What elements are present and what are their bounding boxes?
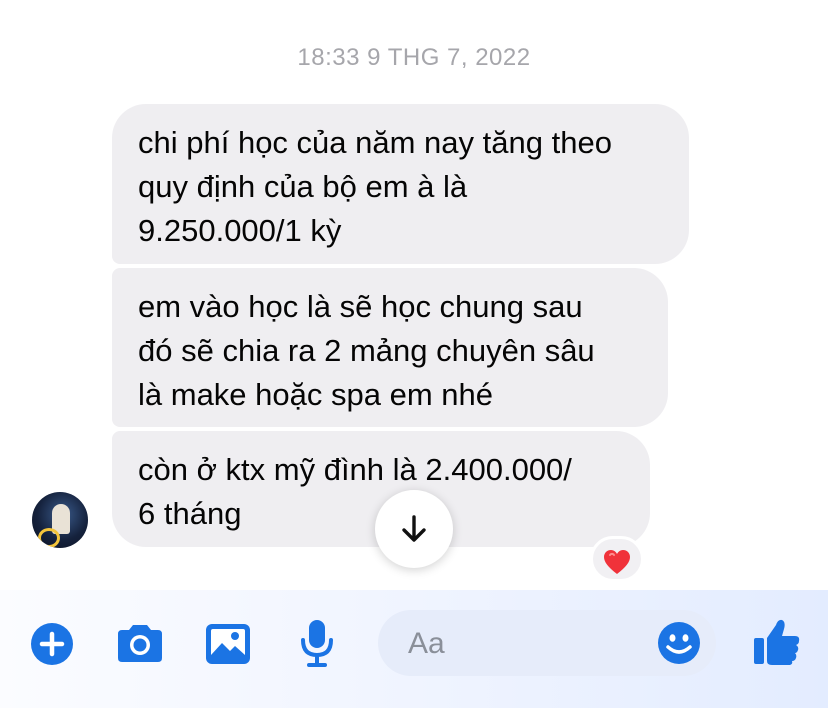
- chat-timestamp: 18:33 9 THG 7, 2022: [297, 44, 531, 71]
- plus-button[interactable]: [30, 622, 74, 666]
- message-bubble[interactable]: em vào học là sẽ học chung sau đó sẽ chi…: [112, 268, 668, 427]
- emoji-button[interactable]: [657, 621, 701, 665]
- heart-reaction[interactable]: [590, 536, 644, 582]
- emoji-icon: [658, 622, 700, 664]
- message-line: em vào học là sẽ học chung sau: [138, 289, 583, 324]
- microphone-icon: [301, 620, 333, 667]
- message-line: còn ở ktx mỹ đình là 2.400.000/: [138, 452, 572, 487]
- camera-button[interactable]: [114, 622, 166, 666]
- message-line: quy định của bộ em à là: [138, 169, 468, 204]
- message-bubble[interactable]: chi phí học của năm nay tăng theo quy đị…: [112, 104, 689, 264]
- thumbs-up-icon: [754, 619, 800, 665]
- scroll-to-bottom-button[interactable]: [375, 490, 453, 568]
- message-input[interactable]: Aa: [378, 610, 716, 676]
- gallery-button[interactable]: [204, 622, 252, 666]
- heart-icon: [604, 549, 630, 574]
- contact-avatar[interactable]: [32, 492, 88, 548]
- message-composer: Aa: [0, 590, 828, 708]
- gallery-icon: [206, 624, 250, 664]
- arrow-down-icon: [402, 515, 426, 542]
- plus-icon: [31, 623, 73, 665]
- message-input-placeholder: Aa: [408, 627, 445, 660]
- camera-icon: [118, 625, 162, 662]
- microphone-button[interactable]: [298, 618, 336, 668]
- message-line: là make hoặc spa em nhé: [138, 377, 493, 412]
- message-line: 9.250.000/1 kỳ: [138, 213, 342, 248]
- message-line: đó sẽ chia ra 2 mảng chuyên sâu: [138, 333, 595, 368]
- avatar-badge: [38, 528, 60, 548]
- message-line: chi phí học của năm nay tăng theo: [138, 125, 612, 160]
- thumbs-up-button[interactable]: [752, 616, 802, 668]
